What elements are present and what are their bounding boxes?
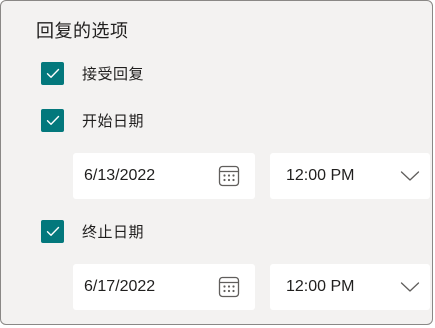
start-date-checkbox[interactable] [41, 109, 64, 132]
response-options-panel: 回复的选项 接受回复 开始日期 6/13/2022 12:00 PM 终止日期 … [0, 0, 433, 325]
accept-responses-checkbox[interactable] [41, 62, 64, 85]
start-time-dropdown[interactable]: 12:00 PM [270, 153, 430, 199]
end-date-option[interactable]: 终止日期 [41, 220, 144, 243]
start-date-field[interactable]: 6/13/2022 [73, 153, 255, 199]
start-date-value: 6/13/2022 [84, 167, 156, 184]
end-time-value: 12:00 PM [286, 278, 355, 295]
accept-responses-label: 接受回复 [82, 65, 145, 83]
checkmark-icon [46, 226, 59, 236]
calendar-icon[interactable] [218, 165, 240, 187]
checkmark-icon [46, 115, 59, 125]
end-date-label: 终止日期 [82, 223, 145, 241]
end-date-field[interactable]: 6/17/2022 [73, 264, 255, 310]
chevron-down-icon [400, 171, 420, 181]
end-date-value: 6/17/2022 [84, 278, 156, 295]
start-date-option[interactable]: 开始日期 [41, 109, 144, 132]
end-time-dropdown[interactable]: 12:00 PM [270, 264, 430, 310]
checkmark-icon [46, 68, 59, 78]
accept-responses-option[interactable]: 接受回复 [41, 62, 144, 85]
calendar-icon[interactable] [218, 276, 240, 298]
end-date-checkbox[interactable] [41, 220, 64, 243]
start-date-label: 开始日期 [82, 112, 145, 130]
section-title: 回复的选项 [36, 21, 129, 42]
start-time-value: 12:00 PM [286, 167, 355, 184]
chevron-down-icon [400, 282, 420, 292]
